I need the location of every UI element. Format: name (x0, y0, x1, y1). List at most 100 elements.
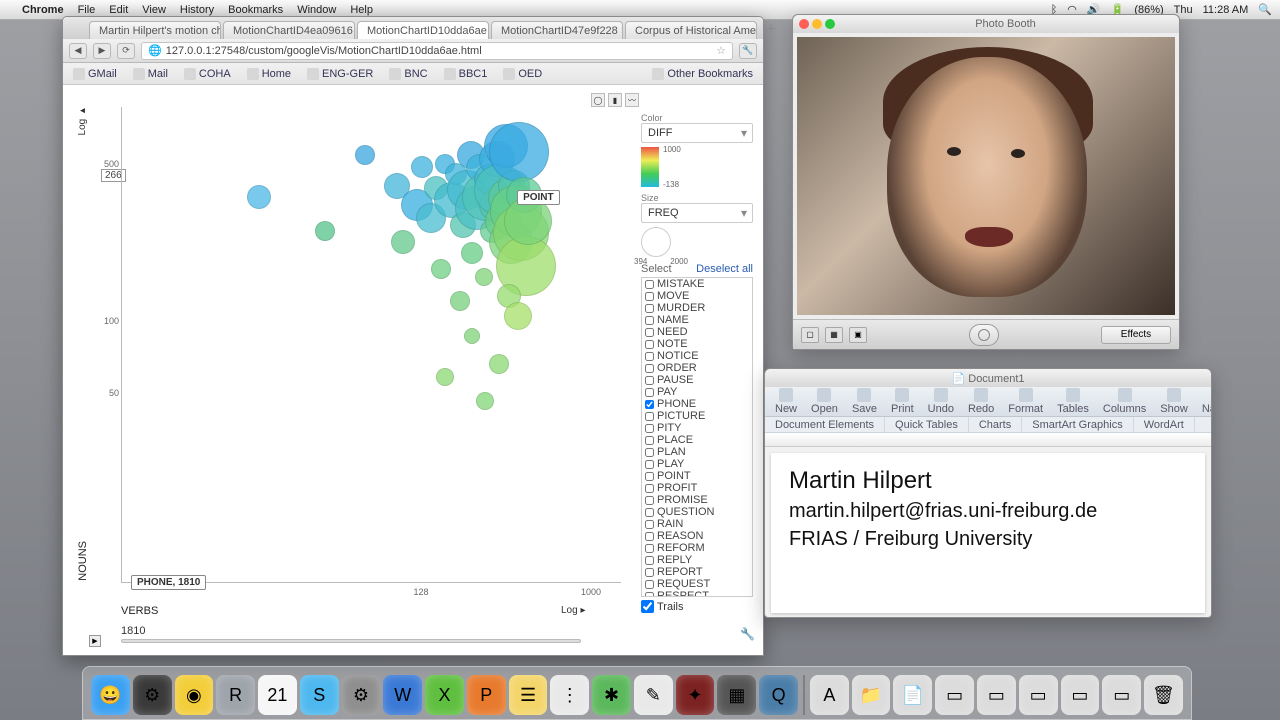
ribbon-tab[interactable]: Charts (969, 417, 1022, 432)
reload-button[interactable]: ⟳ (117, 43, 135, 59)
list-item[interactable]: PHONE (642, 398, 752, 410)
bookmark-star-icon[interactable]: ☆ (716, 44, 726, 57)
list-item[interactable]: POINT (642, 470, 752, 482)
dock-dashboard-icon[interactable]: ⚙ (133, 675, 172, 715)
word-select-list[interactable]: MISTAKEMOVEMURDERNAMENEEDNOTENOTICEORDER… (641, 277, 753, 597)
word-checkbox[interactable] (645, 436, 654, 445)
word-checkbox[interactable] (645, 292, 654, 301)
word-checkbox[interactable] (645, 472, 654, 481)
dock-cisco-icon[interactable]: ⋮ (550, 675, 589, 715)
ribbon-button[interactable]: Undo (928, 388, 954, 415)
word-checkbox[interactable] (645, 568, 654, 577)
bookmark-item[interactable]: Mail (129, 67, 172, 81)
size-select[interactable]: FREQ (641, 203, 753, 223)
dock-w5-icon[interactable]: ▭ (1102, 675, 1141, 715)
dock-excel-icon[interactable]: X (425, 675, 464, 715)
word-checkbox[interactable] (645, 412, 654, 421)
ribbon-button[interactable]: Tables (1057, 388, 1089, 415)
list-item[interactable]: MOVE (642, 290, 752, 302)
data-bubble[interactable] (504, 302, 532, 330)
mode-movie-button[interactable]: ▣ (849, 327, 867, 343)
minimize-window-icon[interactable] (812, 19, 822, 29)
word-checkbox[interactable] (645, 352, 654, 361)
y-scale-toggle[interactable]: Log ▸ (77, 105, 88, 135)
data-bubble[interactable] (476, 392, 494, 410)
bookmark-item[interactable]: GMail (69, 67, 121, 81)
data-bubble[interactable] (489, 354, 509, 374)
word-checkbox[interactable] (645, 280, 654, 289)
dock-stickies-icon[interactable]: ☰ (509, 675, 548, 715)
data-bubble[interactable] (461, 242, 483, 264)
word-checkbox[interactable] (645, 304, 654, 313)
list-item[interactable]: PAY (642, 386, 752, 398)
deselect-all-link[interactable]: Deselect all (696, 263, 753, 275)
dock-powerpoint-icon[interactable]: P (467, 675, 506, 715)
play-button[interactable]: ▶ (89, 635, 101, 647)
word-checkbox[interactable] (645, 484, 654, 493)
dock-w2-icon[interactable]: ▭ (977, 675, 1016, 715)
list-item[interactable]: REPORT (642, 566, 752, 578)
ribbon-tab[interactable]: WordArt (1134, 417, 1195, 432)
scatter-plot-area[interactable] (121, 107, 621, 583)
new-tab-button[interactable]: ＋ (765, 20, 777, 37)
word-checkbox[interactable] (645, 424, 654, 433)
dock-chrome-icon[interactable]: ◉ (175, 675, 214, 715)
bookmark-item[interactable]: BBC1 (440, 67, 492, 81)
dock-w1-icon[interactable]: ▭ (935, 675, 974, 715)
trails-checkbox[interactable] (641, 600, 654, 613)
browser-tab[interactable]: Martin Hilpert's motion cha…× (89, 21, 221, 39)
forward-button[interactable]: ▶ (93, 43, 111, 59)
menu-item[interactable]: Edit (109, 4, 128, 16)
word-checkbox[interactable] (645, 532, 654, 541)
bookmark-item[interactable]: ENG-GER (303, 67, 377, 81)
dock-quicktime-icon[interactable]: Q (759, 675, 798, 715)
word-checkbox[interactable] (645, 460, 654, 469)
word-checkbox[interactable] (645, 592, 654, 598)
word-checkbox[interactable] (645, 364, 654, 373)
word-checkbox[interactable] (645, 580, 654, 589)
data-bubble[interactable] (489, 122, 549, 182)
dock-film-icon[interactable]: ▦ (717, 675, 756, 715)
list-item[interactable]: MISTAKE (642, 278, 752, 290)
list-item[interactable]: PLAY (642, 458, 752, 470)
menu-item[interactable]: History (180, 4, 214, 16)
ribbon-button[interactable]: Save (852, 388, 877, 415)
ribbon-button[interactable]: New (775, 388, 797, 415)
data-bubble[interactable] (411, 156, 433, 178)
list-item[interactable]: PLACE (642, 434, 752, 446)
mode-4up-button[interactable]: ▦ (825, 327, 843, 343)
dock-docs-icon[interactable]: 📁 (852, 675, 891, 715)
dock-w3-icon[interactable]: ▭ (1019, 675, 1058, 715)
shutter-button[interactable] (969, 324, 999, 346)
list-item[interactable]: MURDER (642, 302, 752, 314)
dock-finder-icon[interactable]: 😀 (91, 675, 130, 715)
data-bubble[interactable] (315, 221, 335, 241)
chart-settings-icon[interactable]: 🔧 (740, 627, 755, 641)
word-checkbox[interactable] (645, 388, 654, 397)
list-item[interactable]: PAUSE (642, 374, 752, 386)
word-checkbox[interactable] (645, 520, 654, 529)
bookmark-item[interactable]: COHA (180, 67, 235, 81)
word-checkbox[interactable] (645, 340, 654, 349)
browser-tab[interactable]: MotionChartID4ea09616× (223, 21, 355, 39)
other-bookmarks[interactable]: Other Bookmarks (648, 67, 757, 81)
dock-apps-icon[interactable]: A (810, 675, 849, 715)
data-bubble[interactable] (247, 185, 271, 209)
data-bubble[interactable] (464, 328, 480, 344)
line-view-button[interactable]: 〰 (625, 93, 639, 107)
mode-single-button[interactable]: ▢ (801, 327, 819, 343)
menu-item[interactable]: File (78, 4, 96, 16)
data-bubble[interactable] (475, 268, 493, 286)
menu-item[interactable]: Help (350, 4, 373, 16)
word-checkbox[interactable] (645, 556, 654, 565)
data-bubble[interactable] (450, 291, 470, 311)
dock-pages-icon[interactable]: ✎ (634, 675, 673, 715)
list-item[interactable]: ORDER (642, 362, 752, 374)
list-item[interactable]: PITY (642, 422, 752, 434)
dock-word-icon[interactable]: W (383, 675, 422, 715)
list-item[interactable]: REFORM (642, 542, 752, 554)
ribbon-button[interactable]: Redo (968, 388, 994, 415)
data-bubble[interactable] (431, 259, 451, 279)
list-item[interactable]: NOTICE (642, 350, 752, 362)
word-checkbox[interactable] (645, 400, 654, 409)
